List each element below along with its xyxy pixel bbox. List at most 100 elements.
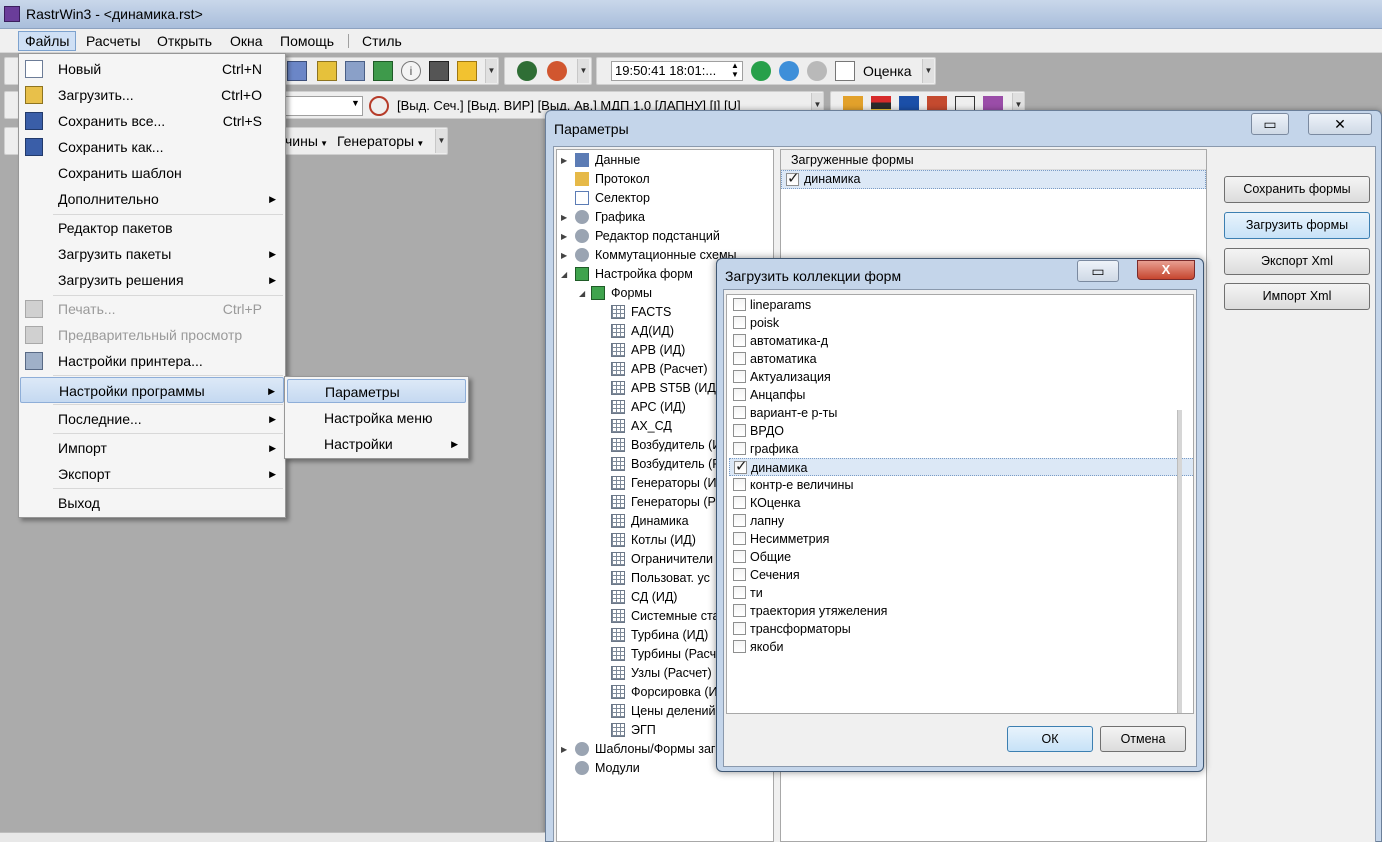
toolbar-overflow-chevron-icon[interactable]: ▼ [922, 59, 934, 83]
collection-checkbox[interactable] [733, 370, 746, 383]
scheme-icon[interactable] [345, 61, 365, 81]
list-item[interactable]: графика [729, 440, 1193, 458]
list-item[interactable]: автоматика [729, 350, 1193, 368]
collection-checkbox[interactable] [733, 298, 746, 311]
menu-item-print-preview[interactable]: Предварительный просмотр [20, 322, 284, 348]
load-forms-button[interactable]: Загрузить формы [1224, 212, 1370, 239]
list-item[interactable]: траектория утяжеления [729, 602, 1193, 620]
settings-icon[interactable] [807, 61, 827, 81]
collection-checkbox[interactable] [733, 622, 746, 635]
time-spin-icon[interactable]: ▲ ▼ [731, 61, 739, 79]
list-item[interactable]: Несимметрия [729, 530, 1193, 548]
collection-checkbox[interactable] [734, 458, 748, 476]
list-item[interactable]: Общие [729, 548, 1193, 566]
list-item[interactable]: ВРДО [729, 422, 1193, 440]
menu-item-package-editor[interactable]: Редактор пакетов [20, 215, 284, 241]
menu-item-load[interactable]: Загрузить... Ctrl+O [20, 82, 284, 108]
refresh-icon[interactable] [751, 61, 771, 81]
menu-item-save-template[interactable]: Сохранить шаблон [20, 160, 284, 186]
loaded-form-checkbox[interactable] [786, 170, 800, 187]
menu-help[interactable]: Помощь [274, 31, 340, 51]
export-xml-button[interactable]: Экспорт Xml [1224, 248, 1370, 275]
list-item[interactable]: ти [729, 584, 1193, 602]
stop-icon[interactable] [547, 61, 567, 81]
chart-icon[interactable] [835, 61, 855, 81]
toolbar-overflow-chevron-icon[interactable]: ▼ [485, 59, 497, 83]
collection-checkbox[interactable] [733, 568, 746, 581]
tools-icon[interactable] [429, 61, 449, 81]
collection-checkbox[interactable] [733, 604, 746, 617]
menu-calculations[interactable]: Расчеты [80, 31, 147, 51]
toolbar-overflow-chevron-icon[interactable]: ▼ [435, 129, 447, 153]
restore-icon[interactable]: ▭ [1077, 260, 1119, 282]
network-icon[interactable] [287, 61, 307, 81]
collection-checkbox[interactable] [733, 586, 746, 599]
menu-files[interactable]: Файлы [18, 31, 77, 51]
toolbar-overflow-chevron-icon[interactable]: ▼ [577, 59, 589, 83]
excel-icon[interactable] [373, 61, 393, 81]
menu-style[interactable]: Стиль [356, 31, 408, 51]
list-item[interactable]: динамика [729, 458, 1193, 476]
menu-item-recent[interactable]: Последние... ▶ [20, 406, 284, 432]
mail-icon[interactable] [457, 61, 477, 81]
submenu-item-menu-settings[interactable]: Настройка меню [287, 406, 466, 430]
sync-icon[interactable] [779, 61, 799, 81]
menu-item-printer-settings[interactable]: Настройки принтера... [20, 348, 284, 374]
list-item[interactable]: Актуализация [729, 368, 1193, 386]
menu-windows[interactable]: Окна [224, 31, 269, 51]
list-item[interactable]: трансформаторы [729, 620, 1193, 638]
brake-icon[interactable] [369, 96, 389, 116]
menu-item-exit[interactable]: Выход [20, 490, 284, 516]
forms-menu-item[interactable]: чины ▼ [285, 133, 328, 149]
cancel-button[interactable]: Отмена [1100, 726, 1186, 752]
list-item[interactable]: контр-е величины [729, 476, 1193, 494]
loaded-form-row[interactable]: динамика [781, 170, 1206, 189]
generators-menu-item[interactable]: Генераторы ▼ [337, 133, 424, 149]
collection-checkbox[interactable] [733, 514, 746, 527]
list-item[interactable]: лапну [729, 512, 1193, 530]
ocenka-button[interactable]: Оценка [863, 63, 912, 79]
collection-checkbox[interactable] [733, 406, 746, 419]
menu-item-print[interactable]: Печать... Ctrl+P [20, 296, 284, 322]
submenu-item-parameters[interactable]: Параметры [287, 379, 466, 403]
import-xml-button[interactable]: Импорт Xml [1224, 283, 1370, 310]
list-item[interactable]: КОценка [729, 494, 1193, 512]
collections-list[interactable]: lineparams poisk автоматика-д автоматика… [726, 294, 1194, 714]
collection-checkbox[interactable] [733, 352, 746, 365]
collection-checkbox[interactable] [733, 334, 746, 347]
list-item[interactable]: Сечения [729, 566, 1193, 584]
menu-item-load-solutions[interactable]: Загрузить решения ▶ [20, 267, 284, 293]
menu-item-save-as[interactable]: Сохранить как... [20, 134, 284, 160]
menu-open[interactable]: Открыть [151, 31, 218, 51]
collection-checkbox[interactable] [733, 316, 746, 329]
menu-item-program-settings[interactable]: Настройки программы ▶ [20, 377, 284, 403]
menu-item-load-packages[interactable]: Загрузить пакеты ▶ [20, 241, 284, 267]
info-icon[interactable]: i [401, 61, 421, 81]
menu-item-save-all[interactable]: Сохранить все... Ctrl+S [20, 108, 284, 134]
ok-button[interactable]: ОК [1007, 726, 1093, 752]
collection-checkbox[interactable] [733, 550, 746, 563]
submenu-item-settings[interactable]: Настройки ▶ [287, 432, 466, 456]
collection-checkbox[interactable] [733, 496, 746, 509]
menu-item-export[interactable]: Экспорт ▶ [20, 461, 284, 487]
list-item[interactable]: вариант-е р-ты [729, 404, 1193, 422]
collection-checkbox[interactable] [733, 388, 746, 401]
list-item[interactable]: lineparams [729, 296, 1193, 314]
menu-item-new[interactable]: Новый Ctrl+N [20, 56, 284, 82]
list-item[interactable]: poisk [729, 314, 1193, 332]
collection-checkbox[interactable] [733, 442, 746, 455]
close-icon[interactable]: ✕ [1308, 113, 1372, 135]
mode-select-chevron-icon[interactable]: ▼ [351, 98, 360, 108]
menu-item-additional[interactable]: Дополнительно ▶ [20, 186, 284, 212]
list-scrollbar[interactable] [1177, 410, 1182, 713]
menu-item-import[interactable]: Импорт ▶ [20, 435, 284, 461]
graph-icon[interactable] [317, 61, 337, 81]
close-button[interactable]: X [1137, 260, 1195, 280]
collection-checkbox[interactable] [733, 478, 746, 491]
time-field[interactable]: 19:50:41 18:01:... [611, 61, 743, 81]
run-icon[interactable] [517, 61, 537, 81]
collection-checkbox[interactable] [733, 640, 746, 653]
list-item[interactable]: якоби [729, 638, 1193, 656]
collection-checkbox[interactable] [733, 532, 746, 545]
save-forms-button[interactable]: Сохранить формы [1224, 176, 1370, 203]
